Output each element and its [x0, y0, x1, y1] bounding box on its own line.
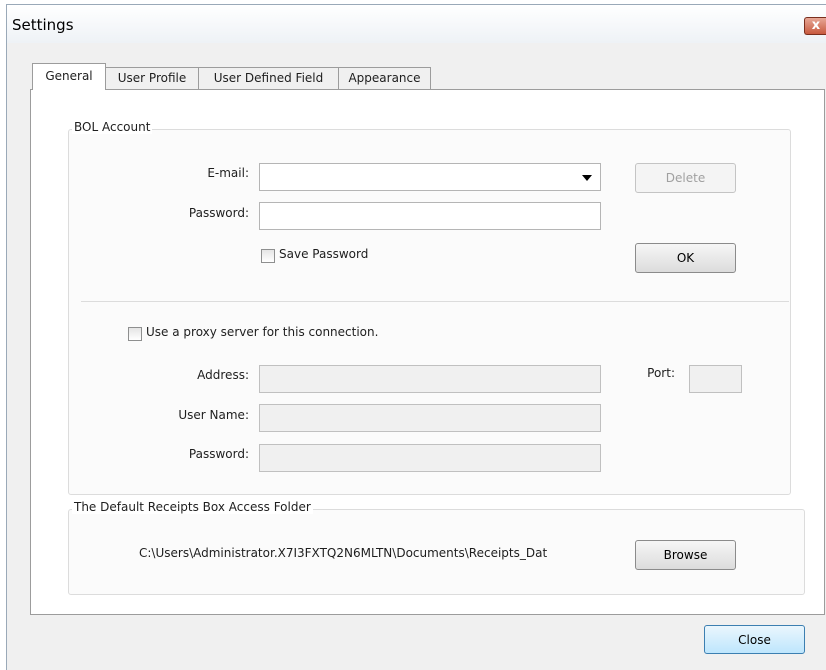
- group-divider: [81, 301, 789, 302]
- save-password-checkbox[interactable]: [261, 249, 275, 263]
- tab-user-profile[interactable]: User Profile: [105, 67, 199, 89]
- proxy-password-field[interactable]: [259, 444, 601, 472]
- dropdown-arrow-icon[interactable]: [582, 175, 592, 181]
- proxy-password-label: Password:: [188, 447, 249, 461]
- browse-button[interactable]: Browse: [635, 540, 736, 570]
- general-tab-panel: BOL Account E-mail: Delete Password: Sav…: [30, 89, 825, 615]
- tab-appearance-label: Appearance: [348, 71, 421, 85]
- title-bar: Settings x: [7, 5, 826, 43]
- close-window-button[interactable]: x: [804, 17, 826, 35]
- close-button[interactable]: Close: [704, 625, 805, 654]
- ok-button[interactable]: OK: [635, 243, 736, 273]
- receipts-folder-path: C:\Users\Administrator.X7I3FXTQ2N6MLTN\D…: [139, 546, 548, 560]
- delete-button[interactable]: Delete: [635, 163, 736, 193]
- password-label: Password:: [188, 206, 249, 220]
- settings-window: Settings x General User Profile User Def…: [6, 4, 826, 670]
- tab-user-defined-field-label: User Defined Field: [213, 71, 324, 85]
- tab-general-label: General: [45, 69, 93, 83]
- tab-general[interactable]: General: [32, 63, 106, 90]
- email-combobox[interactable]: [259, 163, 601, 191]
- proxy-address-field[interactable]: [259, 365, 601, 393]
- proxy-port-label: Port:: [647, 366, 675, 380]
- use-proxy-checkbox[interactable]: [128, 327, 142, 341]
- tab-user-defined-field[interactable]: User Defined Field: [198, 67, 339, 89]
- email-label: E-mail:: [207, 166, 249, 180]
- tab-user-profile-label: User Profile: [117, 71, 187, 85]
- save-password-label: Save Password: [279, 247, 369, 261]
- password-field[interactable]: [259, 202, 601, 230]
- proxy-port-field[interactable]: [689, 365, 742, 393]
- window-title: Settings: [12, 16, 74, 34]
- proxy-address-label: Address:: [197, 368, 249, 382]
- proxy-username-label: User Name:: [178, 408, 249, 422]
- proxy-username-field[interactable]: [259, 404, 601, 432]
- receipts-folder-group-title: The Default Receipts Box Access Folder: [72, 500, 313, 514]
- tab-appearance[interactable]: Appearance: [338, 67, 431, 89]
- bol-account-group-title: BOL Account: [72, 120, 153, 134]
- close-icon: x: [811, 18, 821, 33]
- use-proxy-label: Use a proxy server for this connection.: [146, 325, 379, 339]
